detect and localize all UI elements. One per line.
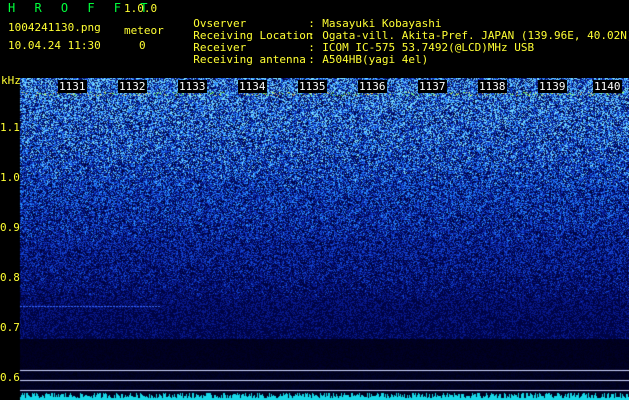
y-tick-label: 0.9	[0, 221, 20, 234]
minute-label: 1134	[238, 80, 267, 93]
minute-label: 1131	[58, 80, 87, 93]
minute-label: 1136	[358, 80, 387, 93]
file-name: 1004241130.png	[8, 21, 101, 34]
meteor-count: 0	[139, 39, 146, 52]
minute-label: 1138	[478, 80, 507, 93]
minute-label: 1132	[118, 80, 147, 93]
minute-label: 1139	[538, 80, 567, 93]
minute-label: 1137	[418, 80, 447, 93]
y-tick-label: 1.0	[0, 171, 20, 184]
y-tick-label: 0.6	[0, 371, 20, 384]
info-key: Receiving antenna	[193, 53, 306, 66]
minute-label: 1140	[593, 80, 622, 93]
meteor-label: meteor	[124, 24, 164, 37]
y-tick-label: 0.8	[0, 271, 20, 284]
spectrogram-canvas	[0, 78, 629, 400]
info-row-antenna: Receiving antenna: A504HB(yagi 4el)	[193, 53, 429, 66]
info-value: A504HB(yagi 4el)	[322, 53, 429, 66]
y-unit-label: kHz	[1, 74, 21, 87]
y-tick-label: 1.1	[0, 121, 20, 134]
minute-label: 1133	[178, 80, 207, 93]
minute-label: 1135	[298, 80, 327, 93]
app-version: 1.0.0	[124, 2, 158, 15]
y-tick-label: 0.7	[0, 321, 20, 334]
timestamp: 10.04.24 11:30	[8, 39, 101, 52]
